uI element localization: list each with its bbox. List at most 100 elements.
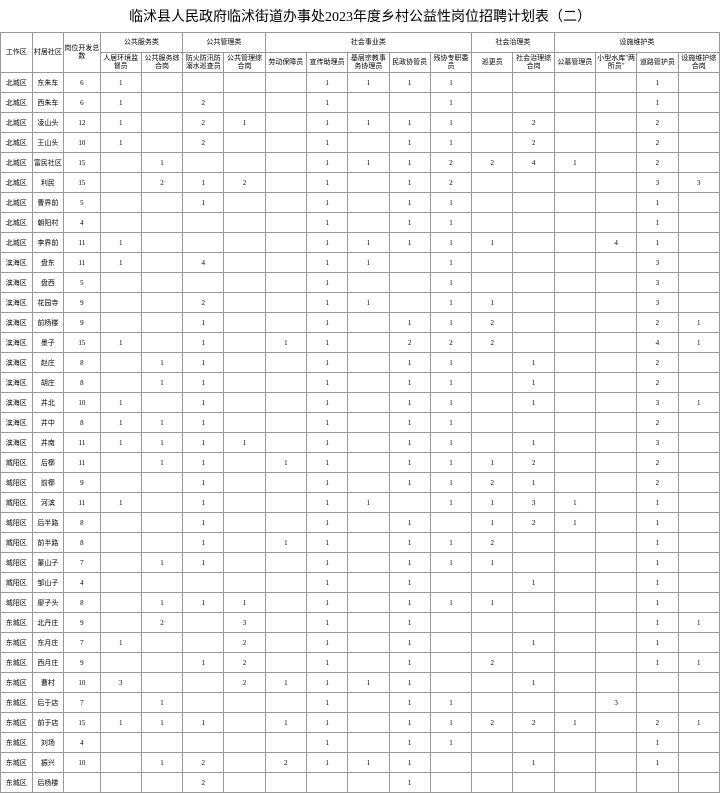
cell-area: 城阳区 [1,553,33,573]
cell-val [141,113,182,133]
cell-val: 1 [389,133,430,153]
cell-village: 盘东 [32,253,64,273]
cell-val: 1 [306,573,347,593]
h-c1: 人居环境监督员 [100,53,141,73]
plan-table: 工作区 村居社区 岗位开发总数 公共服务类 公共管理类 社会事业类 社会治理类 … [0,32,720,793]
cell-val [348,413,389,433]
cell-val [678,573,719,593]
cell-val [596,473,637,493]
cell-val: 1 [224,593,265,613]
cell-val: 2 [637,153,678,173]
cell-val: 1 [183,713,224,733]
cell-val [513,593,554,613]
cell-val: 1 [183,493,224,513]
cell-val: 2 [637,413,678,433]
cell-val: 1 [348,73,389,93]
cell-total: 15 [64,173,100,193]
cell-val: 1 [389,613,430,633]
h-c4: 公共管理综合岗 [224,53,265,73]
cell-val: 1 [389,533,430,553]
cell-val [596,513,637,533]
cell-val [678,493,719,513]
cell-val: 2 [472,713,513,733]
cell-val: 1 [513,633,554,653]
cell-val [348,333,389,353]
cell-val: 2 [183,93,224,113]
cell-val [596,733,637,753]
cell-area: 北城区 [1,93,33,113]
cell-val [141,93,182,113]
cell-val [554,753,595,773]
cell-val: 1 [306,373,347,393]
table-row: 北城区东朱车6111111 [1,73,720,93]
cell-val [678,593,719,613]
cell-val [100,353,141,373]
cell-val [472,193,513,213]
cell-val [596,613,637,633]
cell-val [141,733,182,753]
cell-val [224,573,265,593]
cell-val: 1 [472,233,513,253]
cell-val [430,573,471,593]
cell-val [596,293,637,313]
cell-val: 1 [348,673,389,693]
cell-val [637,673,678,693]
cell-val: 1 [306,493,347,513]
cell-total: 6 [64,93,100,113]
cell-val: 1 [306,293,347,313]
cell-val: 1 [637,193,678,213]
cell-val: 1 [430,473,471,493]
cell-total: 10 [64,133,100,153]
cell-val: 2 [183,113,224,133]
table-row: 北城区王山头101211122 [1,133,720,153]
cell-val: 1 [430,733,471,753]
cell-val [265,73,306,93]
cell-val [554,453,595,473]
cell-village: 刘场 [32,733,64,753]
cell-val [224,73,265,93]
cell-val [554,73,595,93]
cell-val [183,153,224,173]
cell-val: 1 [389,353,430,373]
cell-val [100,453,141,473]
cell-val [224,733,265,753]
table-row: 东城区后杨楼21 [1,773,720,793]
cell-val [100,573,141,593]
cell-val [183,633,224,653]
cell-val [513,693,554,713]
cell-val [306,773,347,793]
cell-val: 1 [389,153,430,173]
cell-area: 城阳区 [1,593,33,613]
cell-area: 城阳区 [1,573,33,593]
cell-val [513,773,554,793]
cell-val [678,693,719,713]
cell-val [472,573,513,593]
cell-val [513,553,554,573]
cell-area: 北城区 [1,213,33,233]
h-c10: 巡更员 [472,53,513,73]
cell-val: 1 [141,553,182,573]
cell-val: 1 [430,313,471,333]
cell-val [596,773,637,793]
cell-val [265,553,306,573]
cell-total: 8 [64,533,100,553]
cell-village: 前槨 [32,473,64,493]
cell-val [183,73,224,93]
table-row: 滨海区盘西5113 [1,273,720,293]
cell-village: 朝阳村 [32,213,64,233]
cell-val [141,533,182,553]
h-total: 岗位开发总数 [64,33,100,73]
cell-val [265,653,306,673]
cell-val: 2 [183,753,224,773]
cell-val: 1 [389,213,430,233]
cell-total: 15 [64,713,100,733]
cell-val: 1 [472,493,513,513]
cell-village: 井南 [32,433,64,453]
cell-area: 城阳区 [1,513,33,533]
cell-val [678,433,719,453]
cell-val [513,93,554,113]
h-village: 村居社区 [32,33,64,73]
cell-val [348,693,389,713]
cell-val: 1 [306,533,347,553]
cell-village: 邹山子 [32,573,64,593]
